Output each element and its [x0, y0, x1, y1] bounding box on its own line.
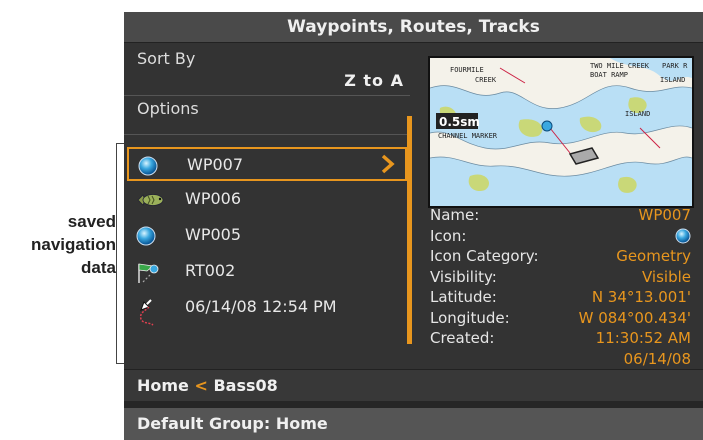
detail-row-created: Created: 11:30:52 AM [430, 328, 691, 349]
detail-row-latitude: Latitude: N 34°13.001' [430, 287, 691, 308]
footer-bar: Default Group: Home [124, 408, 703, 440]
detail-value: Geometry [616, 247, 691, 265]
sort-by-value: Z to A [344, 71, 404, 90]
window-title: Waypoints, Routes, Tracks [124, 12, 703, 43]
detail-row-icon: Icon: [430, 226, 691, 247]
detail-key: Latitude: [430, 288, 497, 306]
detail-row-name: Name: WP007 [430, 205, 691, 226]
detail-key: Icon Category: [430, 247, 539, 265]
breadcrumb-current: Bass08 [213, 376, 278, 395]
map-place-label: FOURMILE [450, 66, 484, 74]
list-item-label: 06/14/08 12:54 PM [185, 297, 337, 316]
detail-value: W 084°00.434' [578, 308, 691, 327]
map-preview: 0.5sm FOURMILE CREEK TWO MILE CREEK BOAT… [428, 56, 694, 208]
detail-row-longitude: Longitude: W 084°00.434' [430, 308, 691, 329]
annotation-line: navigation [30, 235, 116, 254]
detail-key: Name: [430, 206, 480, 224]
detail-key: Icon: [430, 226, 467, 245]
breadcrumb-parent[interactable]: Home [137, 376, 189, 395]
divider [124, 134, 410, 135]
sort-by-label: Sort By [137, 49, 196, 68]
detail-key: Visibility: [430, 267, 497, 286]
route-icon [135, 261, 161, 283]
left-pane: Sort By Z to A Options WP007 WP006 WP005… [124, 43, 410, 374]
map-place-label: ISLAND [660, 76, 685, 84]
annotation-label: saved navigation data [0, 210, 116, 279]
breadcrumb: Home < Bass08 [124, 369, 703, 402]
default-group-label: Default Group: Home [137, 414, 328, 433]
device-screen: Waypoints, Routes, Tracks Sort By Z to A… [124, 12, 703, 440]
track-icon [135, 297, 161, 326]
scrollbar[interactable] [407, 116, 412, 344]
list-item-rt002[interactable]: RT002 [127, 255, 407, 289]
list-item-label: RT002 [185, 261, 236, 280]
map-place-label: ISLAND [625, 110, 650, 118]
map-place-label: CREEK [475, 76, 497, 84]
detail-value: 06/14/08 [623, 349, 691, 368]
blue-waypoint-icon [137, 155, 163, 177]
detail-row-icon-category: Icon Category: Geometry [430, 246, 691, 267]
chevron-right-icon [381, 154, 395, 178]
detail-key: Created: [430, 329, 495, 347]
map-place-label: CHANNEL MARKER [438, 132, 498, 140]
fish-icon [135, 189, 164, 211]
map-scale-label: 0.5sm [439, 115, 480, 129]
back-arrow-icon: < [194, 376, 208, 395]
waypoint-details: Name: WP007 Icon: Icon Category: Geometr… [430, 205, 691, 369]
detail-value: 11:30:52 AM [595, 329, 691, 347]
options-menu-item[interactable]: Options [137, 99, 199, 118]
list-item-track[interactable]: 06/14/08 12:54 PM [127, 291, 407, 326]
map-place-label: BOAT RAMP [590, 71, 628, 79]
list-item-wp005[interactable]: WP005 [127, 219, 407, 253]
blue-waypoint-icon [135, 225, 161, 247]
detail-row-created-date: 06/14/08 [430, 349, 691, 370]
list-item-wp006[interactable]: WP006 [127, 183, 407, 217]
detail-value: N 34°13.001' [591, 288, 691, 306]
detail-key: Longitude: [430, 308, 510, 327]
sort-by-row[interactable]: Sort By Z to A [124, 43, 410, 96]
detail-value: WP007 [638, 206, 691, 224]
divider [124, 401, 703, 408]
list-item-label: WP005 [185, 225, 242, 244]
list-item-label: WP006 [185, 189, 242, 208]
map-place-label: PARK R [662, 62, 688, 70]
detail-value: Visible [642, 267, 691, 286]
annotation-line: data [81, 258, 116, 277]
annotation-line: saved [67, 212, 116, 231]
list-item-wp007[interactable]: WP007 [127, 147, 407, 181]
list-item-label: WP007 [187, 155, 244, 174]
detail-row-visibility: Visibility: Visible [430, 267, 691, 288]
map-place-label: TWO MILE CREEK [590, 62, 650, 70]
